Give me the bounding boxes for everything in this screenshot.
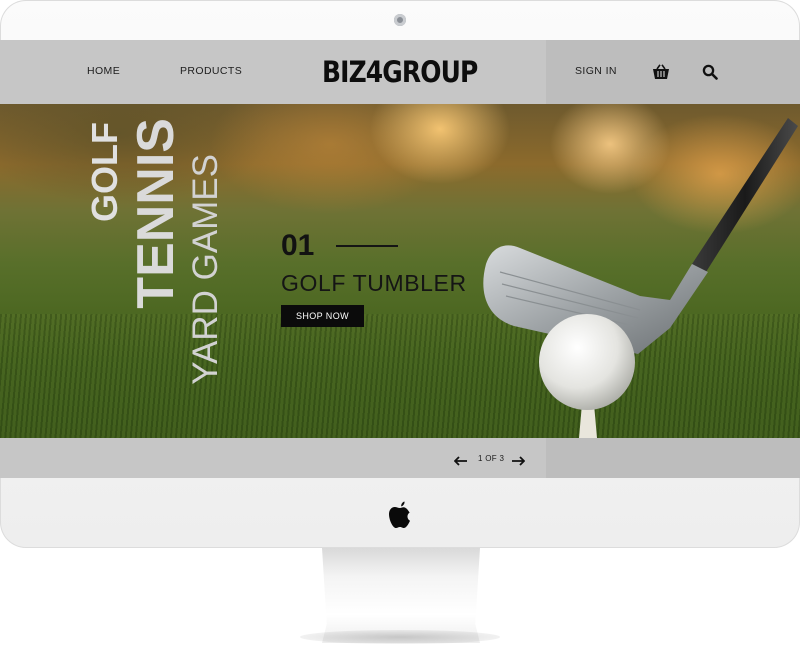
search-icon[interactable] xyxy=(702,64,718,85)
nav-products-link[interactable]: PRODUCTS xyxy=(180,65,242,77)
nav-home-link[interactable]: HOME xyxy=(87,65,120,77)
hero-slider: GOLF TENNIS YARD GAMES 01 GOLF TUMBLER S… xyxy=(0,104,800,438)
arrow-left-icon[interactable] xyxy=(453,453,468,471)
sign-in-link[interactable]: SIGN IN xyxy=(575,65,617,77)
category-golf[interactable]: GOLF xyxy=(84,122,126,222)
stand-shadow xyxy=(300,630,500,644)
monitor-frame: HOME PRODUCTS BIZ4GROUP SIGN IN GOLF TEN… xyxy=(0,0,800,548)
slide-number: 01 xyxy=(281,229,315,262)
website-screen: HOME PRODUCTS BIZ4GROUP SIGN IN GOLF TEN… xyxy=(0,40,800,478)
monitor-stand xyxy=(322,548,480,643)
slide-divider xyxy=(336,245,398,247)
shop-now-button[interactable]: SHOP NOW xyxy=(281,305,364,327)
apple-logo-icon xyxy=(388,501,412,534)
camera-icon xyxy=(394,14,406,26)
slider-footer: 1 OF 3 xyxy=(0,438,800,478)
category-yard-games[interactable]: YARD GAMES xyxy=(186,154,226,385)
basket-icon[interactable] xyxy=(652,64,670,85)
slide-title: GOLF TUMBLER xyxy=(281,270,467,296)
footer-panel xyxy=(546,438,800,478)
category-tennis[interactable]: TENNIS xyxy=(126,118,186,309)
arrow-right-icon[interactable] xyxy=(511,453,526,471)
golf-club-illustration xyxy=(483,118,798,438)
site-header: HOME PRODUCTS BIZ4GROUP SIGN IN xyxy=(0,40,800,104)
site-logo[interactable]: BIZ4GROUP xyxy=(322,54,478,90)
slide-pager: 1 OF 3 xyxy=(478,454,505,463)
